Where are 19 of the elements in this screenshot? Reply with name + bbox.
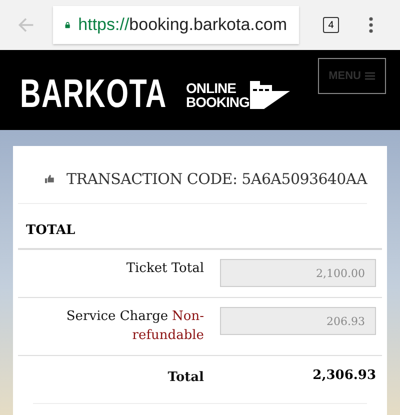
logo-text: BOOKING — [186, 94, 250, 108]
menu-icon — [365, 72, 375, 80]
logo-text: ONLINE — [186, 80, 237, 94]
row-label: Ticket Total — [125, 260, 204, 278]
section-title: TOTAL — [18, 204, 382, 250]
row-label: Service Charge Non-refundable — [65, 308, 204, 345]
url-text: https://booking.barkota.com — [78, 15, 287, 35]
ship-icon — [250, 80, 290, 108]
address-bar[interactable]: https://booking.barkota.com — [53, 6, 299, 44]
total-label: Total — [166, 369, 204, 387]
amount-field[interactable]: 206.93 — [220, 307, 376, 335]
logo-text: BARKOTA — [20, 72, 167, 117]
transaction-code: TRANSACTION CODE: 5A6A5093640AA — [66, 170, 367, 188]
tab-count[interactable]: 4 — [323, 17, 339, 33]
total-amount: 2,306.93 — [312, 368, 376, 383]
amount-field[interactable]: 2,100.00 — [220, 259, 376, 287]
lock-icon — [65, 19, 70, 31]
thumbs-up-icon — [45, 173, 55, 185]
more-options-icon[interactable] — [369, 17, 373, 33]
